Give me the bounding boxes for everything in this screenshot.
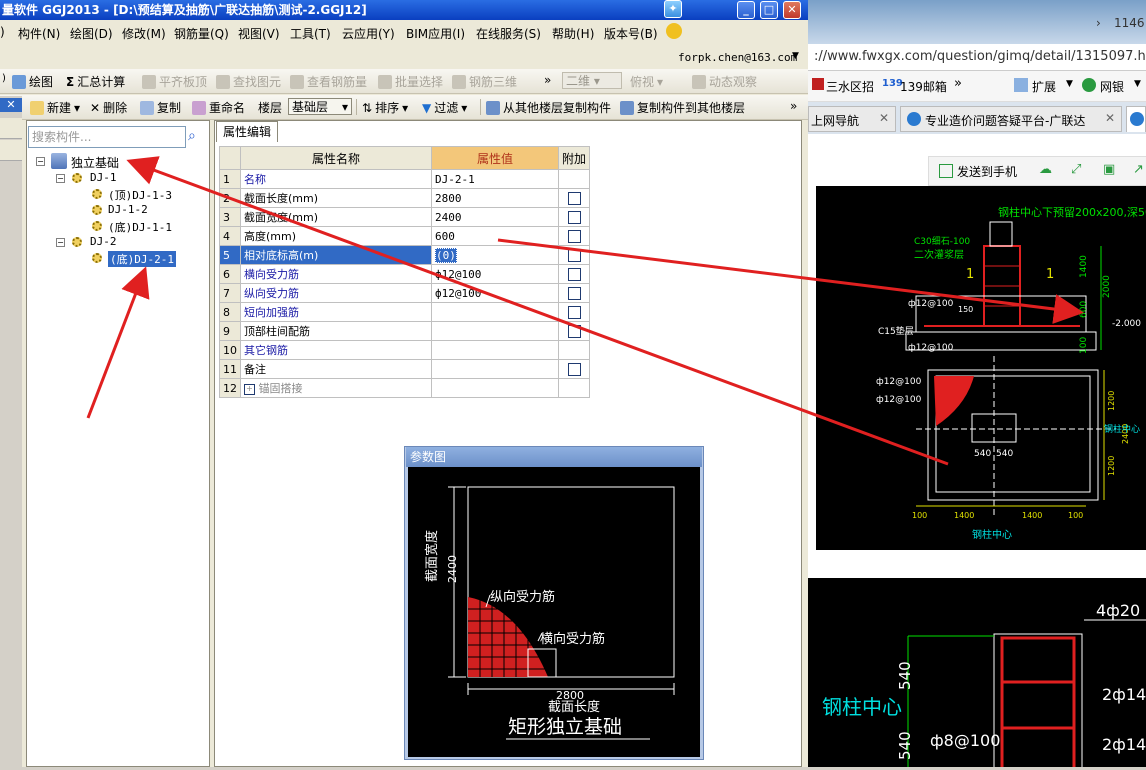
annotation-arrows [86, 156, 1084, 466]
red-arrow-to-tree-root [126, 156, 949, 466]
red-arrow-to-height [497, 238, 1084, 324]
red-arrow-to-selected-node [86, 266, 150, 419]
